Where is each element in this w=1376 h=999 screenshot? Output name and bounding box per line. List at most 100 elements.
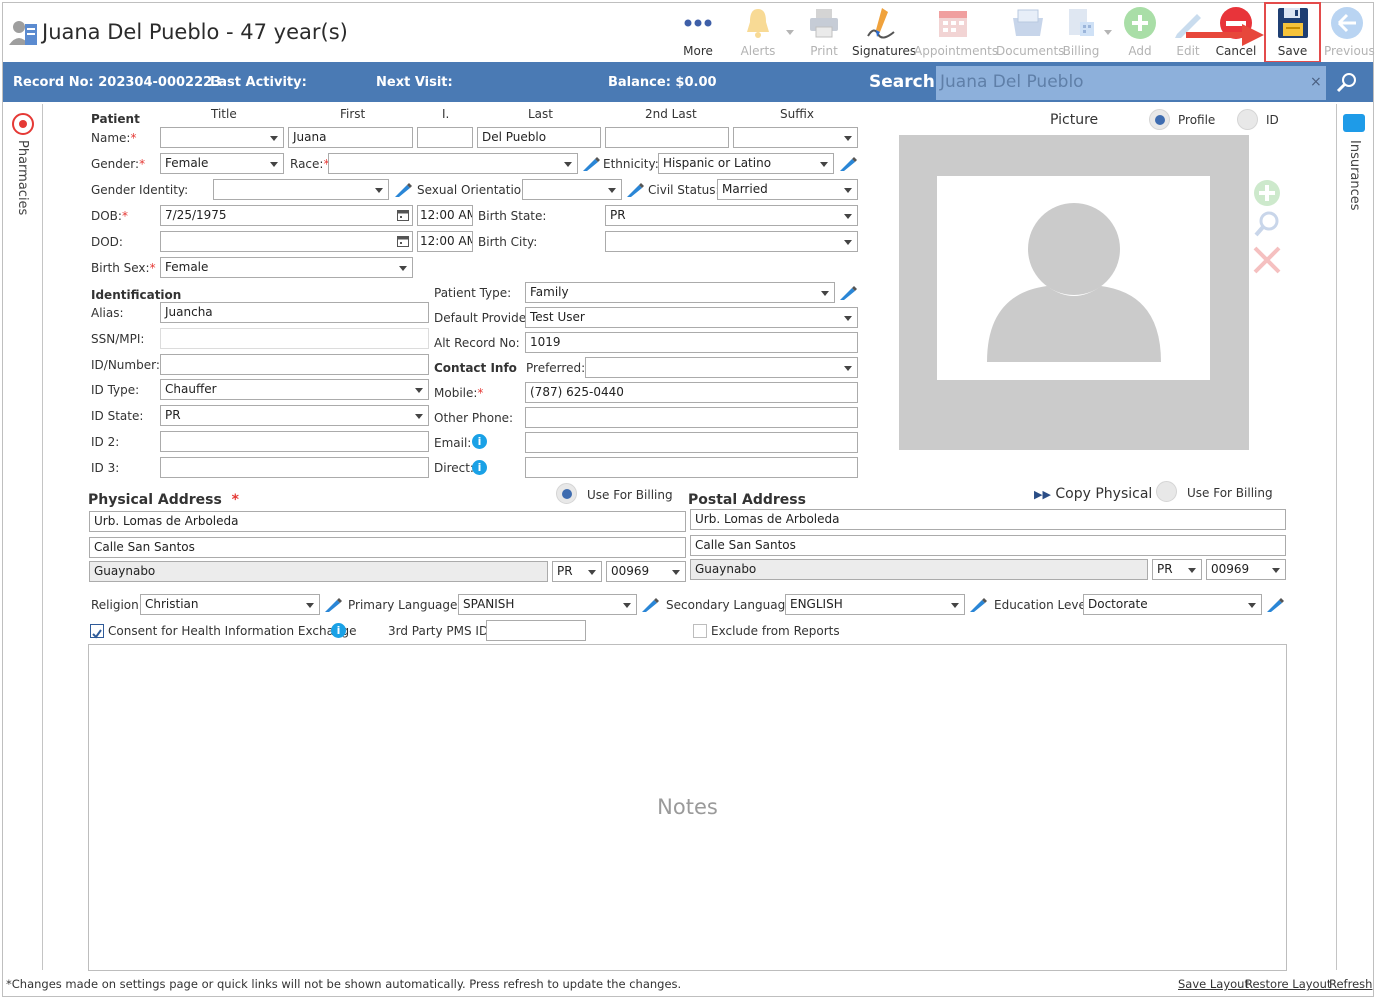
secondary-language-edit-pencil-icon[interactable] [969, 595, 987, 613]
billing-button[interactable]: Billing [1062, 4, 1100, 60]
default-provider-select[interactable]: Test User [525, 307, 858, 328]
last-name-input[interactable]: Del Pueblo [477, 127, 601, 148]
exclude-reports-checkbox[interactable] [693, 624, 707, 638]
consent-info-icon[interactable]: i [331, 623, 346, 638]
zoom-picture-icon[interactable] [1253, 210, 1281, 238]
middle-initial-input[interactable] [417, 127, 473, 148]
first-name-input[interactable]: Juana [288, 127, 413, 148]
id-state-select[interactable]: PR [160, 405, 429, 426]
birth-state-select[interactable]: PR [605, 205, 858, 226]
suffix-select[interactable] [733, 127, 858, 148]
religion-edit-pencil-icon[interactable] [324, 595, 342, 613]
more-button[interactable]: More [676, 4, 720, 60]
bell-icon [747, 9, 769, 38]
save-layout-link[interactable]: Save Layout [1178, 977, 1249, 991]
email-info-icon[interactable]: i [472, 434, 487, 449]
dob-calendar-icon[interactable] [397, 209, 409, 221]
id-radio[interactable] [1237, 109, 1258, 130]
postal-address-line2-input[interactable]: Calle San Santos [690, 535, 1286, 556]
pms-id-input[interactable] [486, 620, 586, 641]
birth-sex-select[interactable]: Female [160, 257, 413, 278]
alerts-button[interactable]: Alerts [736, 4, 780, 60]
gender-identity-edit-pencil-icon[interactable] [394, 180, 412, 198]
postal-zip-select[interactable]: 00969 [1206, 559, 1286, 580]
patient-type-edit-pencil-icon[interactable] [839, 283, 857, 301]
gender-select[interactable]: Female [160, 153, 284, 174]
id-type-select[interactable]: Chauffer [160, 379, 429, 400]
primary-language-select[interactable]: SPANISH [458, 594, 637, 615]
sexual-orientation-select[interactable] [522, 179, 622, 200]
previous-button[interactable]: Previous [1324, 4, 1375, 60]
alerts-dropdown-icon[interactable] [786, 30, 794, 35]
alias-input[interactable]: Juancha [160, 302, 429, 323]
record-number: Record No: 202304-0002223 [13, 75, 222, 90]
race-edit-pencil-icon[interactable] [582, 154, 600, 172]
religion-select[interactable]: Christian [140, 594, 320, 615]
sexual-orientation-edit-pencil-icon[interactable] [626, 180, 644, 198]
insurances-tab[interactable]: Insurances [1338, 106, 1372, 216]
direct-info-icon[interactable]: i [472, 460, 487, 475]
billing-dropdown-icon[interactable] [1104, 30, 1112, 35]
dob-input[interactable]: 7/25/1975 [160, 205, 413, 226]
ssn-input[interactable] [160, 328, 429, 349]
education-level-select[interactable]: Doctorate [1083, 594, 1262, 615]
dod-input[interactable] [160, 231, 413, 252]
documents-button[interactable]: Documents [996, 4, 1064, 60]
save-button[interactable]: Save [1264, 2, 1321, 63]
patient-type-select[interactable]: Family [525, 282, 835, 303]
dod-calendar-icon[interactable] [397, 235, 409, 247]
id-number-input[interactable] [160, 354, 429, 375]
clear-search-icon[interactable]: × [1310, 74, 1322, 90]
search-input[interactable]: Juana Del Pueblo × [936, 66, 1326, 100]
education-edit-pencil-icon[interactable] [1266, 595, 1284, 613]
civil-status-select[interactable]: Married [717, 179, 858, 200]
patient-search-icon[interactable] [1335, 72, 1357, 94]
restore-layout-link[interactable]: Restore Layout [1245, 977, 1331, 991]
postal-address-line1-input[interactable]: Urb. Lomas de Arboleda [690, 509, 1286, 530]
race-select[interactable] [328, 153, 578, 174]
secondary-language-select[interactable]: ENGLISH [785, 594, 965, 615]
birth-city-select[interactable] [605, 231, 858, 252]
preferred-contact-select[interactable] [585, 357, 858, 378]
consent-checkbox[interactable] [90, 624, 104, 639]
physical-address-line1-input[interactable]: Urb. Lomas de Arboleda [89, 511, 686, 532]
exclude-reports-label: Exclude from Reports [711, 624, 840, 638]
second-last-name-input[interactable] [605, 127, 729, 148]
delete-picture-icon[interactable] [1253, 246, 1281, 274]
email-input[interactable] [525, 432, 858, 453]
postal-city-input[interactable]: Guaynabo [690, 559, 1148, 580]
physical-zip-select[interactable]: 00969 [606, 561, 686, 582]
physical-use-for-billing-radio[interactable] [556, 483, 577, 504]
primary-language-edit-pencil-icon[interactable] [641, 595, 659, 613]
other-phone-input[interactable] [525, 407, 858, 428]
gender-identity-select[interactable] [213, 179, 389, 200]
appointments-button[interactable]: Appointments [914, 4, 998, 60]
add-button[interactable]: Add [1120, 4, 1160, 60]
profile-radio[interactable] [1149, 109, 1170, 130]
dob-time-input[interactable]: 12:00 AM [417, 205, 473, 226]
refresh-link[interactable]: Refresh [1329, 977, 1372, 991]
add-picture-icon[interactable] [1253, 179, 1281, 207]
title-select[interactable] [160, 127, 284, 148]
col-second-last: 2nd Last [645, 107, 697, 121]
postal-use-for-billing-radio[interactable] [1156, 481, 1177, 502]
physical-state-select[interactable]: PR [552, 561, 602, 582]
dod-time-input[interactable]: 12:00 AM [417, 231, 473, 252]
postal-state-select[interactable]: PR [1152, 559, 1202, 580]
physical-city-input[interactable]: Guaynabo [89, 561, 548, 582]
copy-physical-link[interactable]: ▶▶ Copy Physical [1034, 486, 1152, 502]
alt-record-input[interactable]: 1019 [525, 332, 858, 353]
direct-input[interactable] [525, 457, 858, 478]
notes-textarea[interactable]: Notes [88, 644, 1287, 971]
mobile-input[interactable]: (787) 625-0440 [525, 382, 858, 403]
signatures-button[interactable]: Signatures [852, 4, 916, 60]
ethnicity-edit-pencil-icon[interactable] [839, 154, 857, 172]
id3-input[interactable] [160, 457, 429, 478]
physical-address-line2-input[interactable]: Calle San Santos [89, 537, 686, 558]
ethnicity-select[interactable]: Hispanic or Latino [658, 153, 834, 174]
print-button[interactable]: Print [802, 4, 846, 60]
patient-avatar-icon [8, 18, 38, 48]
pharmacies-tab[interactable]: Pharmacies [6, 106, 40, 216]
id2-input[interactable] [160, 431, 429, 452]
other-phone-label: Other Phone: [434, 411, 514, 425]
